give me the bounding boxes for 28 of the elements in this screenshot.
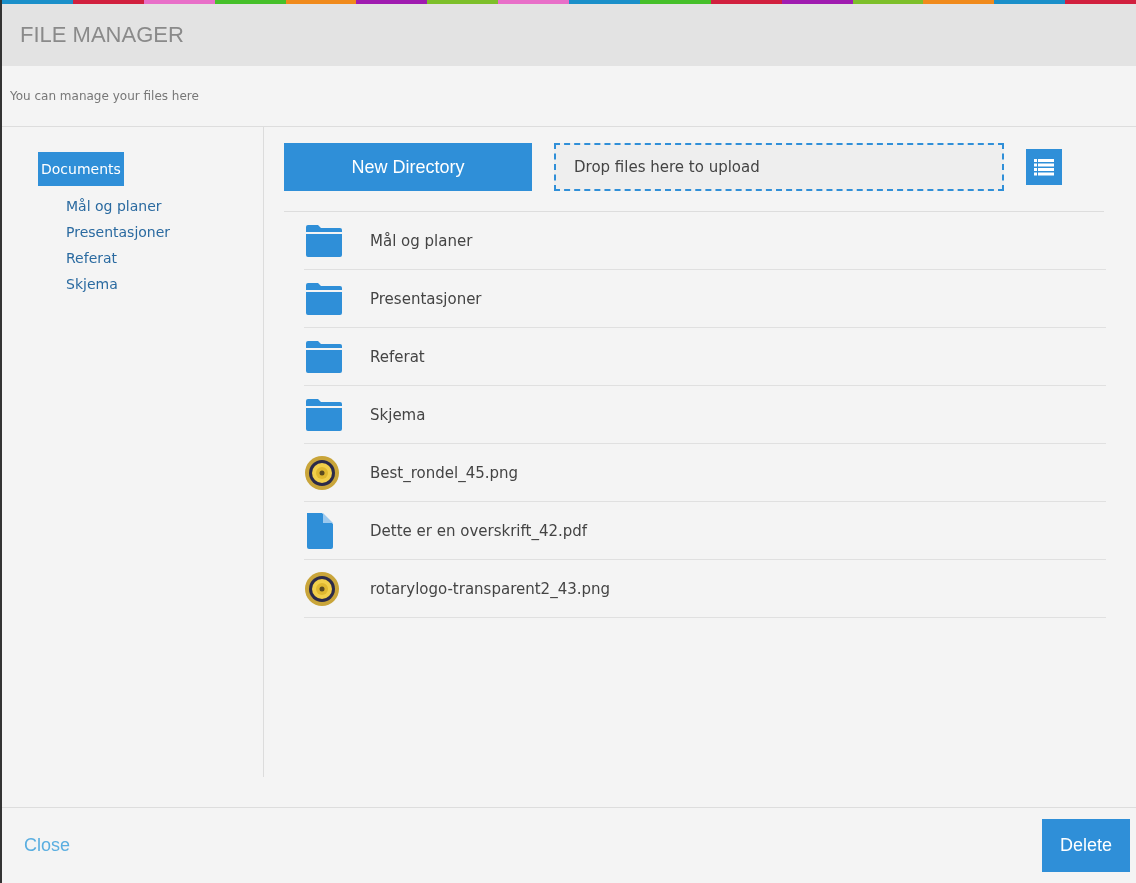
tree-item[interactable]: Referat	[66, 250, 118, 266]
tree-item[interactable]: Presentasjoner	[66, 224, 171, 240]
file-row[interactable]: Presentasjoner	[304, 270, 1106, 328]
file-name: Dette er en overskrift_42.pdf	[369, 521, 588, 540]
file-name: Presentasjoner	[369, 289, 482, 308]
document-icon	[304, 511, 334, 550]
file-name: Referat	[369, 347, 425, 366]
file-row[interactable]: Best_rondel_45.png	[304, 444, 1106, 502]
window-title: FILE MANAGER	[20, 22, 184, 48]
dropzone[interactable]: Drop files here to upload	[554, 143, 1004, 191]
file-row[interactable]: Dette er en overskrift_42.pdf	[304, 502, 1106, 560]
file-row[interactable]: Referat	[304, 328, 1106, 386]
file-name: rotarylogo-transparent2_43.png	[369, 579, 611, 598]
file-name: Best_rondel_45.png	[369, 463, 519, 482]
folder-icon	[304, 281, 344, 316]
file-row[interactable]: Mål og planer	[304, 212, 1106, 270]
file-name: Mål og planer	[369, 231, 473, 250]
tree-item[interactable]: Skjema	[66, 276, 118, 292]
file-name: Skjema	[369, 405, 426, 424]
folder-icon	[304, 339, 344, 374]
list-icon	[1034, 158, 1054, 176]
file-row[interactable]: Skjema	[304, 386, 1106, 444]
folder-icon	[304, 397, 344, 432]
list-view-button[interactable]	[1026, 149, 1062, 185]
folder-icon	[304, 223, 344, 258]
subtitle: You can manage your files here	[10, 89, 199, 103]
tree-item[interactable]: Mål og planer	[66, 198, 162, 214]
file-row[interactable]: rotarylogo-transparent2_43.png	[304, 560, 1106, 618]
